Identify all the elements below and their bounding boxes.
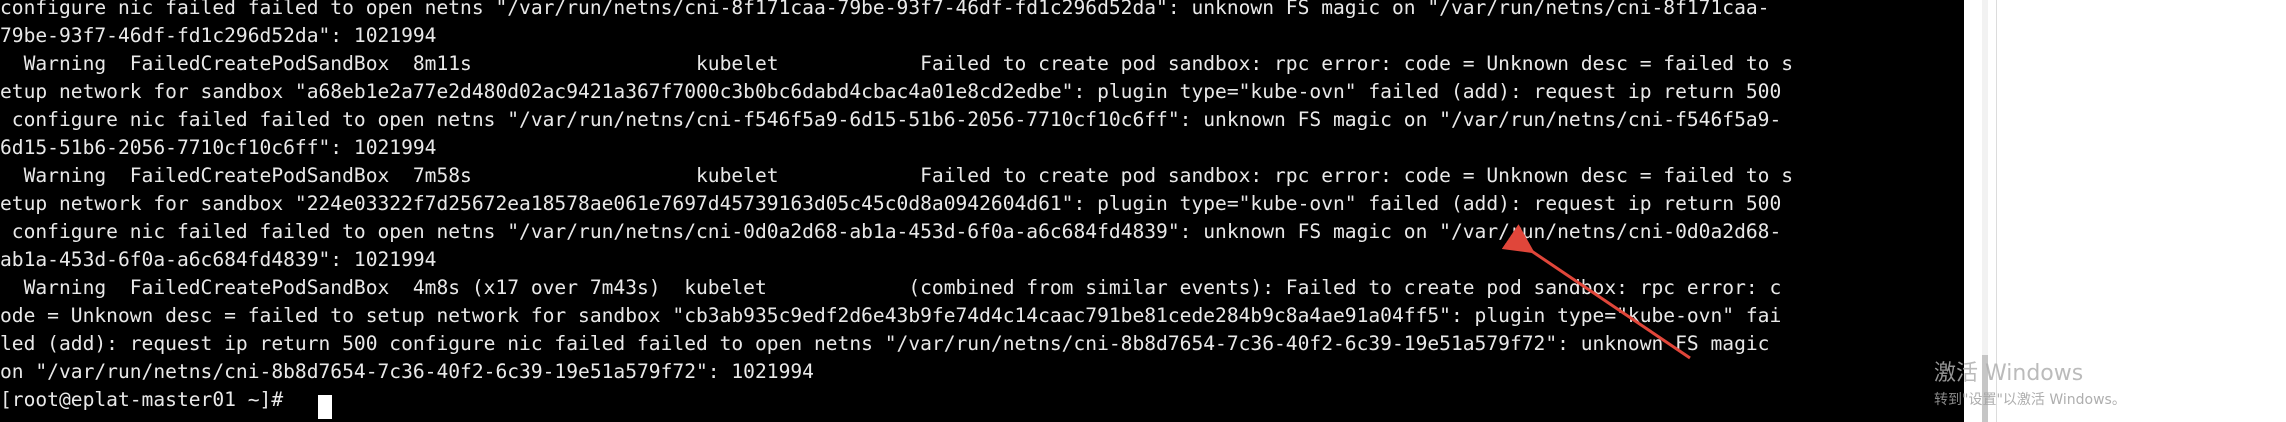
terminal-line: 79be-93f7-46df-fd1c296d52da": 1021994 [0, 24, 437, 47]
terminal-line: ab1a-453d-6f0a-a6c684fd4839": 1021994 [0, 248, 437, 271]
terminal-cursor [318, 395, 332, 419]
terminal-line: etup network for sandbox "224e03322f7d25… [0, 192, 1782, 215]
terminal-line: configure nic failed failed to open netn… [0, 220, 1782, 243]
terminal-line: etup network for sandbox "a68eb1e2a77e2d… [0, 80, 1782, 103]
terminal-line: Warning FailedCreatePodSandBox 8m11s kub… [0, 52, 1794, 75]
terminal-line: configure nic failed failed to open netn… [0, 0, 1770, 19]
terminal-window[interactable]: configure nic failed failed to open netn… [0, 0, 1964, 422]
window-gap [1964, 0, 1982, 422]
scrollbar-thumb[interactable] [1982, 355, 1988, 422]
terminal-line: 6d15-51b6-2056-7710cf10c6ff": 1021994 [0, 136, 437, 159]
terminal-line: Warning FailedCreatePodSandBox 4m8s (x17… [0, 276, 1782, 299]
shell-prompt[interactable]: [root@eplat-master01 ~]# [0, 386, 295, 414]
terminal-line: configure nic failed failed to open netn… [0, 108, 1782, 131]
terminal-line: on "/var/run/netns/cni-8b8d7654-7c36-40f… [0, 360, 814, 383]
terminal-line: led (add): request ip return 500 configu… [0, 332, 1770, 355]
terminal-line: ode = Unknown desc = failed to setup net… [0, 304, 1782, 327]
terminal-line: Warning FailedCreatePodSandBox 7m58s kub… [0, 164, 1794, 187]
side-panel [1996, 0, 2286, 422]
